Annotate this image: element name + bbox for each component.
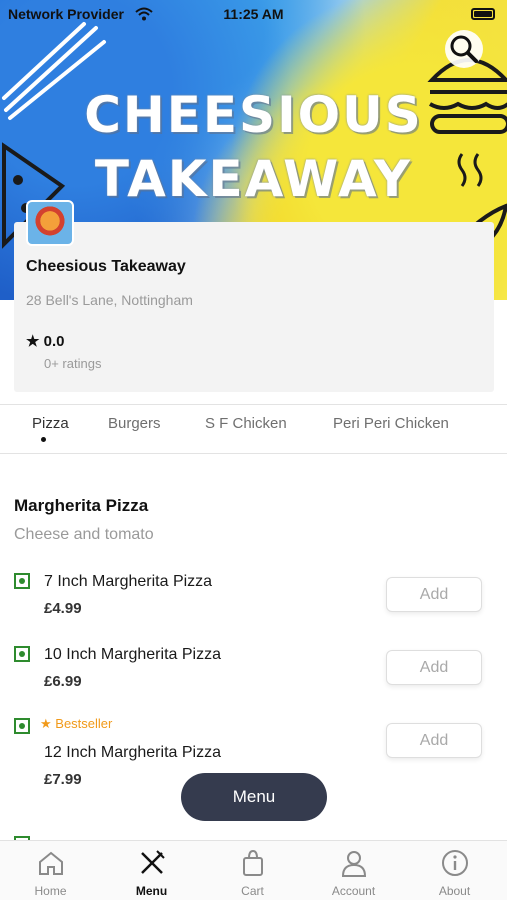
home-icon — [39, 851, 63, 875]
nav-menu[interactable]: Menu — [101, 841, 202, 900]
tab-sf-chicken[interactable]: S F Chicken — [205, 415, 287, 432]
item-price: £6.99 — [44, 673, 82, 690]
battery-icon — [471, 8, 495, 20]
rating-value: 0.0 — [43, 333, 65, 350]
banner-title-line1: CHEESIOUS — [84, 86, 423, 144]
item-name: 7 Inch Margherita Pizza — [44, 573, 213, 590]
nav-label: Account — [331, 884, 376, 898]
nav-account[interactable]: Account — [303, 841, 404, 900]
section-title: Margherita Pizza — [14, 496, 149, 515]
bestseller-badge: ★ Bestseller — [40, 716, 112, 732]
restaurant-info-card: Cheesious Takeaway 28 Bell's Lane, Notti… — [14, 200, 494, 392]
add-button[interactable]: Add — [386, 723, 482, 758]
star-icon: ★ — [26, 333, 40, 350]
nav-label: Cart — [241, 884, 264, 898]
tab-pizza[interactable]: Pizza — [32, 415, 69, 432]
restaurant-logo — [26, 200, 74, 246]
section-description: Cheese and tomato — [14, 526, 154, 543]
ratings-count: 0+ ratings — [44, 356, 102, 371]
category-tabs: Pizza Burgers S F Chicken Peri Peri Chic… — [0, 404, 507, 454]
add-button[interactable]: Add — [386, 577, 482, 612]
nav-label: About — [438, 884, 471, 898]
info-icon — [442, 850, 468, 876]
veg-indicator-icon — [14, 573, 30, 589]
star-icon: ★ — [40, 716, 52, 731]
restaurant-address: 28 Bell's Lane, Nottingham — [26, 292, 193, 308]
active-tab-indicator — [41, 437, 46, 442]
banner-title-line2: TAKEAWAY — [94, 150, 413, 208]
fork-knife-icon — [141, 850, 165, 874]
bestseller-label: Bestseller — [55, 716, 113, 731]
nav-home[interactable]: Home — [0, 841, 101, 900]
shopping-bag-icon — [243, 849, 263, 876]
nav-label: Home — [34, 884, 67, 898]
rating: ★ 0.0 — [26, 332, 64, 350]
search-icon — [450, 35, 478, 63]
add-button[interactable]: Add — [386, 650, 482, 685]
item-price: £4.99 — [44, 600, 82, 617]
veg-indicator-icon — [14, 718, 30, 734]
menu-button[interactable]: Menu — [181, 773, 327, 821]
item-price: £7.99 — [44, 771, 82, 788]
tab-burgers[interactable]: Burgers — [108, 415, 161, 432]
bottom-navigation: Home Menu Cart Account About — [0, 840, 507, 900]
status-time: 11:25 AM — [223, 6, 284, 22]
item-name: 12 Inch Margherita Pizza — [44, 744, 221, 761]
search-button[interactable] — [445, 30, 483, 68]
nav-label: Menu — [135, 884, 168, 898]
tab-peri-peri-chicken[interactable]: Peri Peri Chicken — [333, 415, 449, 432]
user-icon — [341, 851, 367, 877]
nav-about[interactable]: About — [404, 841, 505, 900]
restaurant-name: Cheesious Takeaway — [26, 258, 186, 275]
status-bar: Network Provider 11:25 AM — [0, 0, 507, 28]
item-name: 10 Inch Margherita Pizza — [44, 646, 221, 663]
nav-cart[interactable]: Cart — [202, 841, 303, 900]
veg-indicator-icon — [14, 646, 30, 662]
